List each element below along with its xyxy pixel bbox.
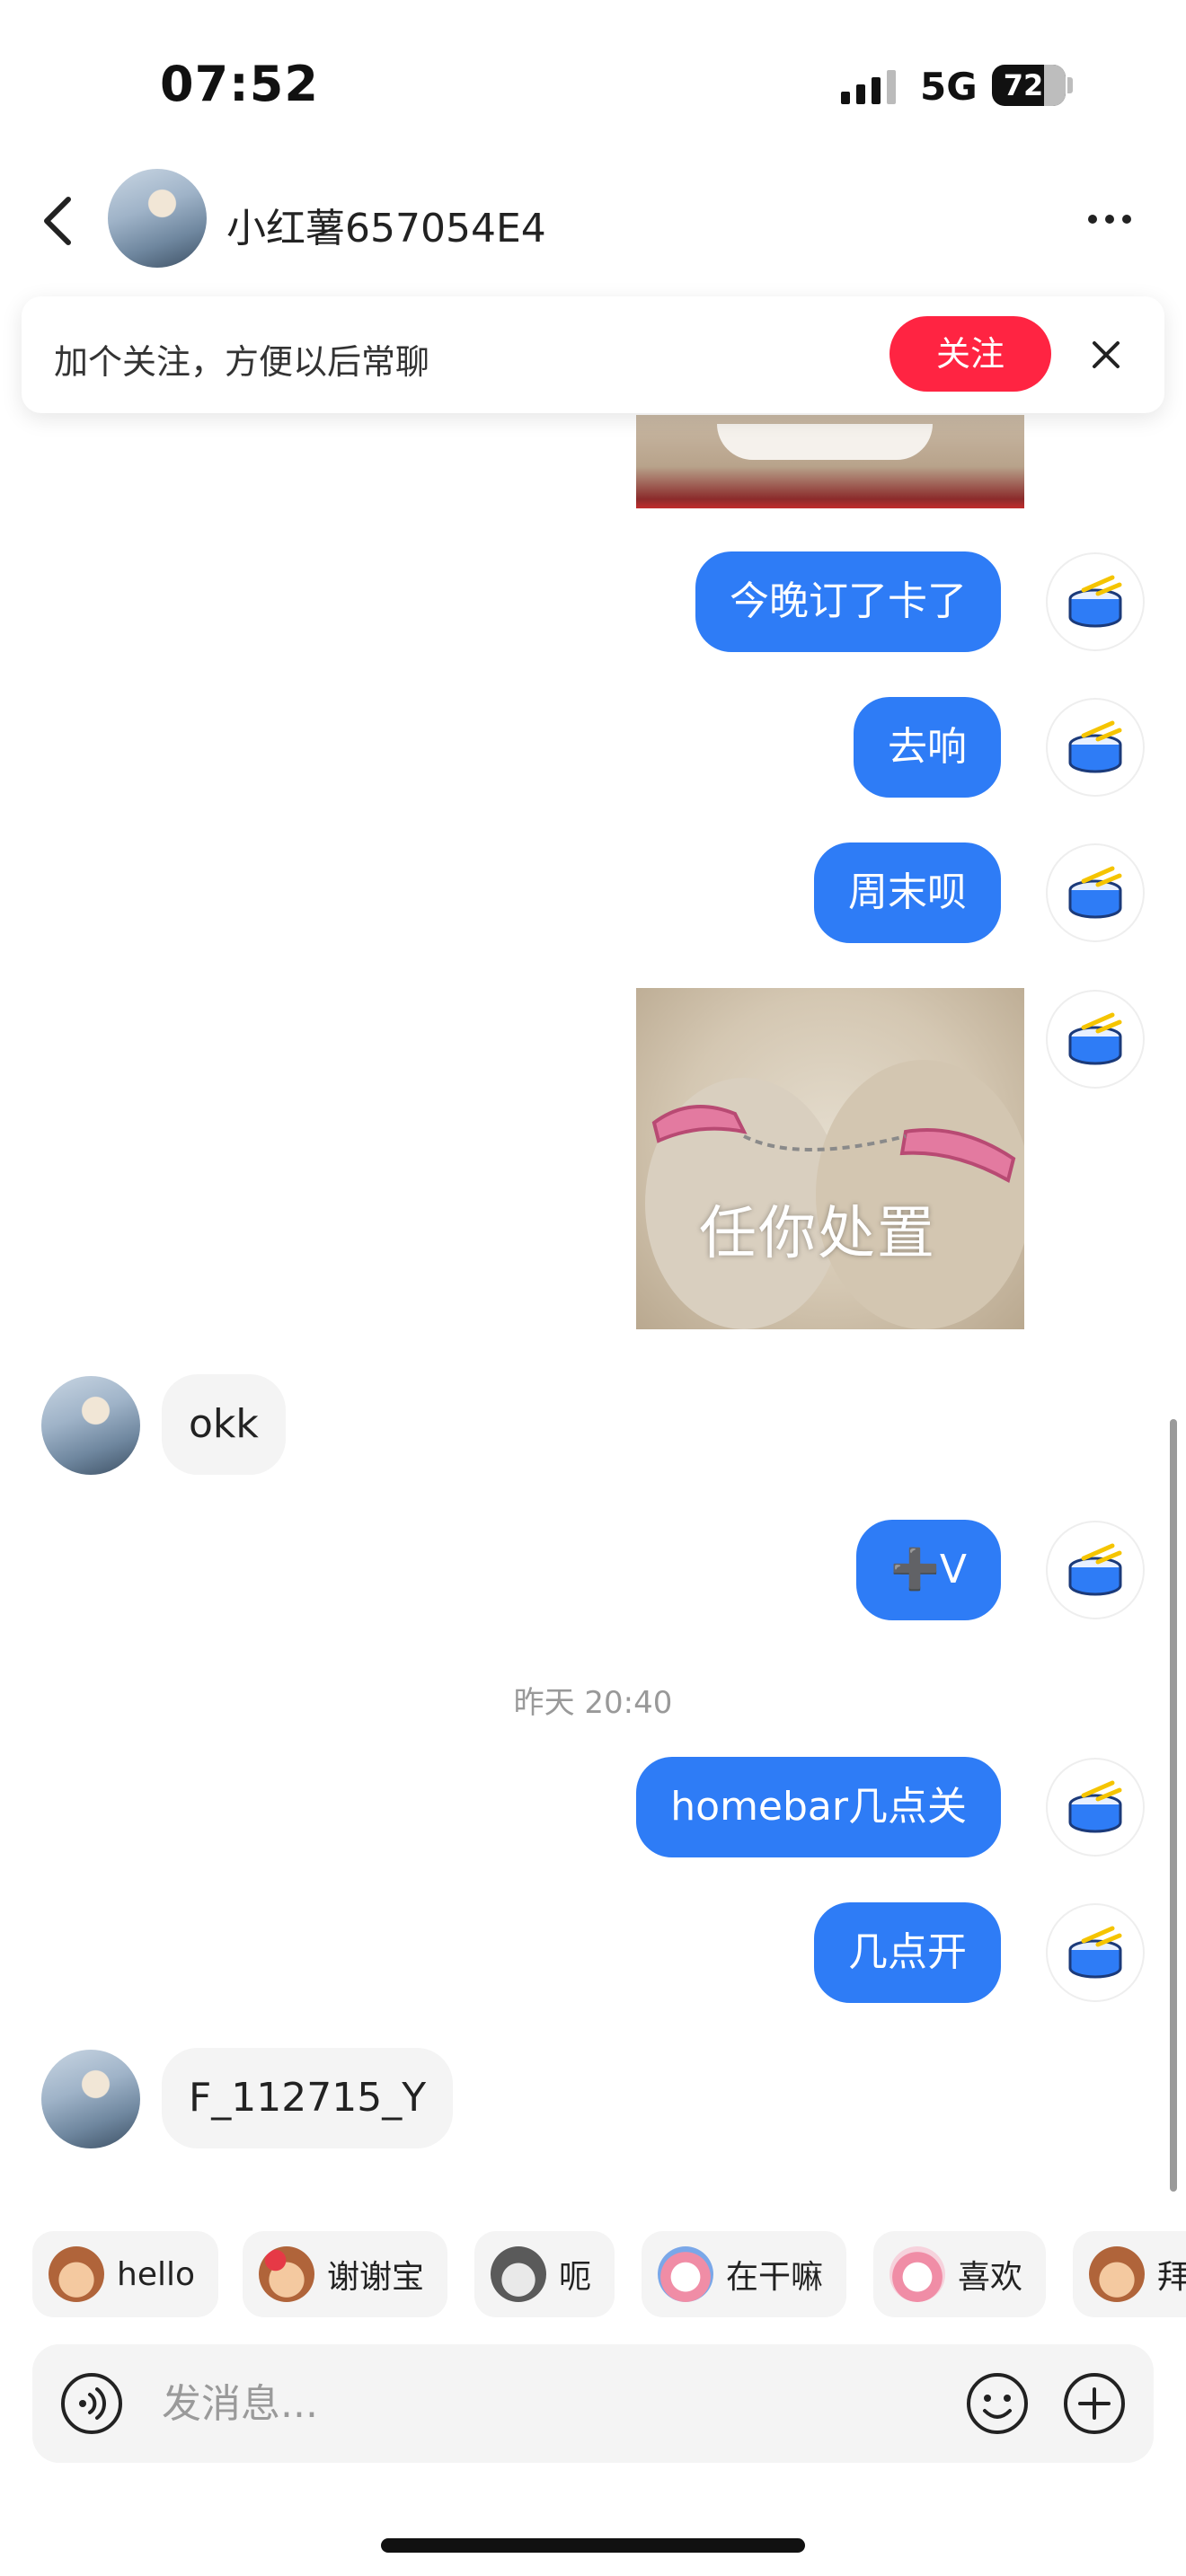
monkey-flower-emoji-icon [259,2246,314,2302]
drum-icon [1068,1926,1122,1979]
self-avatar[interactable] [1046,1521,1145,1619]
chat-scrollbar[interactable] [1170,1419,1177,2192]
plus-circle-icon[interactable] [1062,2371,1127,2436]
message-bubble-out: homebar几点关 [636,1757,1001,1857]
self-avatar[interactable] [1046,990,1145,1089]
message-bubble-out: 去响 [854,697,1001,798]
close-icon[interactable] [1091,340,1121,370]
drum-icon [1068,575,1122,628]
message-bubble-out: 今晚订了卡了 [695,551,1001,652]
quick-reply-chip[interactable]: 谢谢宝 [243,2231,448,2317]
contact-name: 小红薯657054E4 [226,206,546,251]
message-text[interactable]: F_112715_Y [162,2048,454,2148]
voice-icon[interactable] [59,2371,124,2436]
network-type: 5G [920,65,978,109]
home-indicator[interactable] [381,2538,805,2553]
quick-reply-label: 谢谢宝 [327,2259,425,2296]
quick-reply-label: 在干嘛 [726,2259,824,2296]
quick-reply-label: 喜欢 [958,2259,1023,2296]
battery-level: 72 [1003,68,1044,102]
drum-icon [1068,866,1122,919]
quick-reply-chip[interactable]: 拜 [1073,2231,1186,2317]
battery-icon: 72 [992,65,1073,106]
message-input[interactable] [162,2369,881,2438]
quick-reply-chip[interactable]: 在干嘛 [642,2231,847,2317]
quick-reply-label: 拜 [1157,2259,1186,2296]
self-avatar[interactable] [1046,1903,1145,2002]
quick-reply-label: hello [117,2255,195,2293]
message-bubble-in: F_112715_Y [162,2048,454,2148]
self-avatar[interactable] [1046,698,1145,797]
chevron-left-icon[interactable] [40,196,75,246]
sticker-message[interactable]: 任你处置 [636,988,1024,1329]
message-bubble-in: okk [162,1374,286,1475]
message-text[interactable]: 今晚订了卡了 [695,551,1001,652]
pink-blob-heart-emoji-icon [890,2246,945,2302]
cat-emoji-icon [491,2246,546,2302]
self-avatar[interactable] [1046,1758,1145,1857]
drum-icon [1068,1543,1122,1596]
message-text[interactable]: 去响 [854,697,1001,798]
drum-icon [1068,1012,1122,1065]
quick-reply-label: 呃 [559,2259,592,2296]
monkey-bye-emoji-icon [1089,2246,1145,2302]
message-timestamp: 昨天 20:40 [513,1685,673,1721]
message-text[interactable]: 几点开 [814,1902,1001,2003]
message-text[interactable]: 周末呗 [814,842,1001,943]
quick-reply-chip[interactable]: 呃 [474,2231,615,2317]
pink-blob-emoji-icon [658,2246,713,2302]
image-message-crop[interactable] [636,415,1024,508]
contact-avatar[interactable] [108,169,207,268]
message-text[interactable]: homebar几点关 [636,1757,1001,1857]
follow-button[interactable]: 关注 [890,316,1051,392]
more-horizontal-icon[interactable] [1087,212,1132,226]
peer-avatar[interactable] [41,1376,140,1475]
drum-icon [1068,1780,1122,1833]
peer-avatar[interactable] [41,2050,140,2148]
monkey-emoji-icon [49,2246,104,2302]
quick-reply-chip[interactable]: hello [32,2231,218,2317]
signal-icon [841,70,896,104]
smile-icon[interactable] [965,2371,1030,2436]
message-bubble-out: ➕V [856,1520,1001,1620]
quick-reply-chip[interactable]: 喜欢 [873,2231,1047,2317]
message-text[interactable]: ➕V [856,1520,1001,1620]
drum-icon [1068,720,1122,773]
self-avatar[interactable] [1046,552,1145,651]
cat-handcuffs-illustration [645,1060,1024,1329]
follow-banner-text: 加个关注，方便以后常聊 [54,342,430,382]
self-avatar[interactable] [1046,843,1145,942]
message-bubble-out: 周末呗 [814,842,1001,943]
status-time: 07:52 [160,56,319,112]
message-text[interactable]: okk [162,1374,286,1475]
message-bubble-out: 几点开 [814,1902,1001,2003]
sticker-caption: 任你处置 [699,1201,936,1267]
